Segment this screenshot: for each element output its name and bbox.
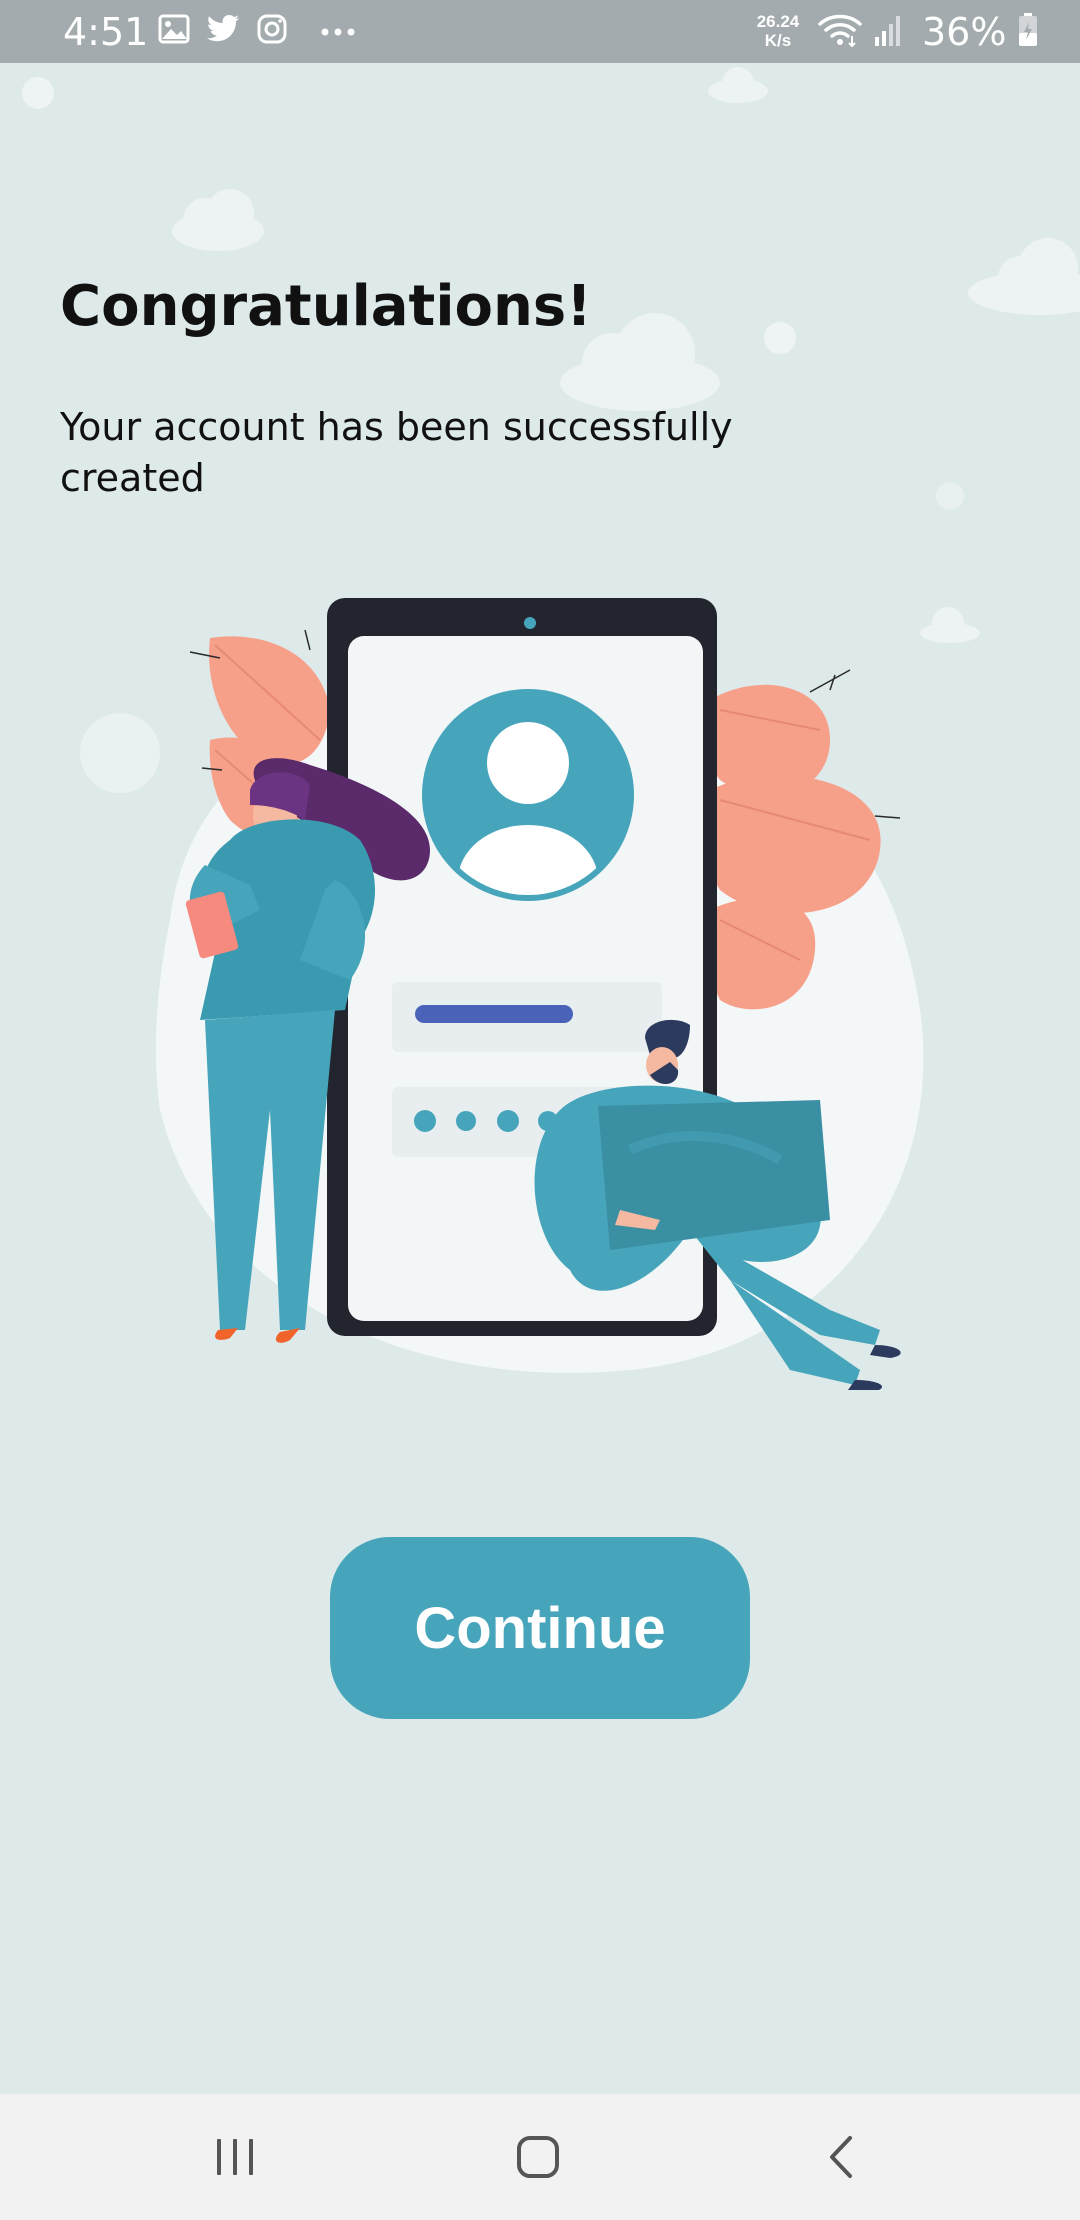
success-message: Your account has been successfully creat… — [60, 405, 733, 500]
image-icon — [158, 14, 190, 48]
battery-icon — [1018, 13, 1038, 51]
continue-button[interactable]: Continue — [330, 1537, 750, 1719]
status-bar: 4:51 26.24 K/s 36% — [0, 0, 1080, 63]
network-speed-unit: K/s — [764, 31, 792, 50]
network-speed-value: 26.24 — [756, 12, 800, 31]
account-created-illustration — [155, 598, 924, 1390]
back-button[interactable] — [801, 2122, 881, 2192]
back-icon — [830, 2136, 852, 2178]
status-time: 4:51 — [63, 10, 149, 54]
wifi-icon — [818, 12, 862, 52]
system-icons: 36% — [818, 12, 1038, 52]
recent-apps-icon — [217, 2139, 253, 2175]
home-icon — [517, 2136, 559, 2178]
recent-apps-button[interactable] — [195, 2122, 275, 2192]
page-title: Congratulations! — [60, 274, 592, 339]
notification-icons — [158, 14, 356, 48]
more-icon — [320, 22, 356, 41]
home-button[interactable] — [498, 2122, 578, 2192]
signal-icon — [874, 13, 902, 51]
network-speed: 26.24 K/s — [748, 12, 808, 50]
twitter-icon — [206, 14, 240, 48]
instagram-icon — [256, 13, 288, 49]
navigation-bar — [0, 2094, 1080, 2220]
battery-percentage: 36% — [922, 10, 1007, 54]
